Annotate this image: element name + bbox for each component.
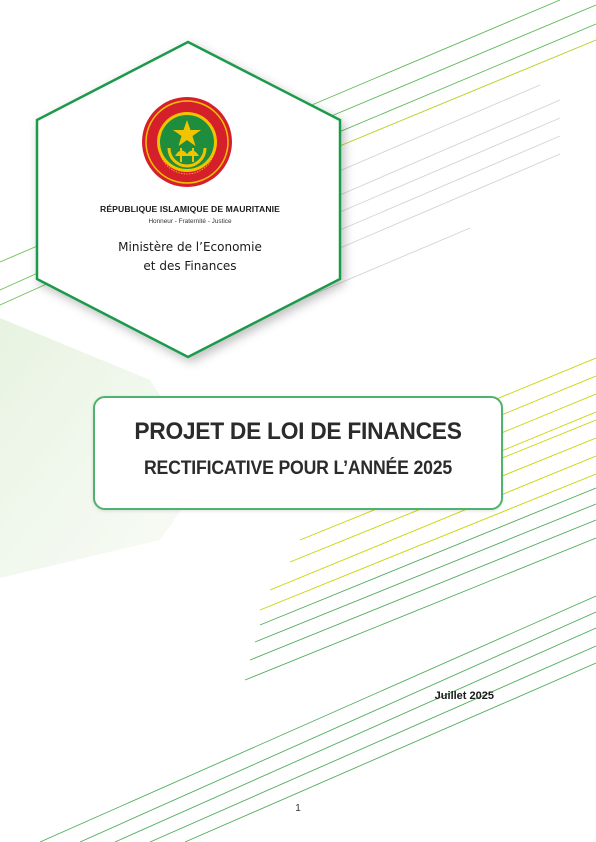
ministry-line-2: et des Finances (143, 259, 237, 273)
publication-date: Juillet 2025 (434, 690, 494, 702)
page-number: 1 (295, 803, 301, 814)
ministry-line-1: Ministère de l’Economie (118, 240, 262, 254)
title-box: PROJET DE LOI DE FINANCES RECTIFICATIVE … (93, 396, 503, 510)
country-name: RÉPUBLIQUE ISLAMIQUE DE MAURITANIE (100, 204, 280, 214)
ministry-name: Ministère de l’Economie et des Finances (70, 238, 310, 276)
national-motto: Honneur - Fraternité - Justice (148, 218, 232, 225)
national-seal-icon (142, 97, 232, 187)
document-title: PROJET DE LOI DE FINANCES (134, 418, 462, 445)
document-subtitle: RECTIFICATIVE POUR L’ANNÉE 2025 (143, 458, 453, 479)
